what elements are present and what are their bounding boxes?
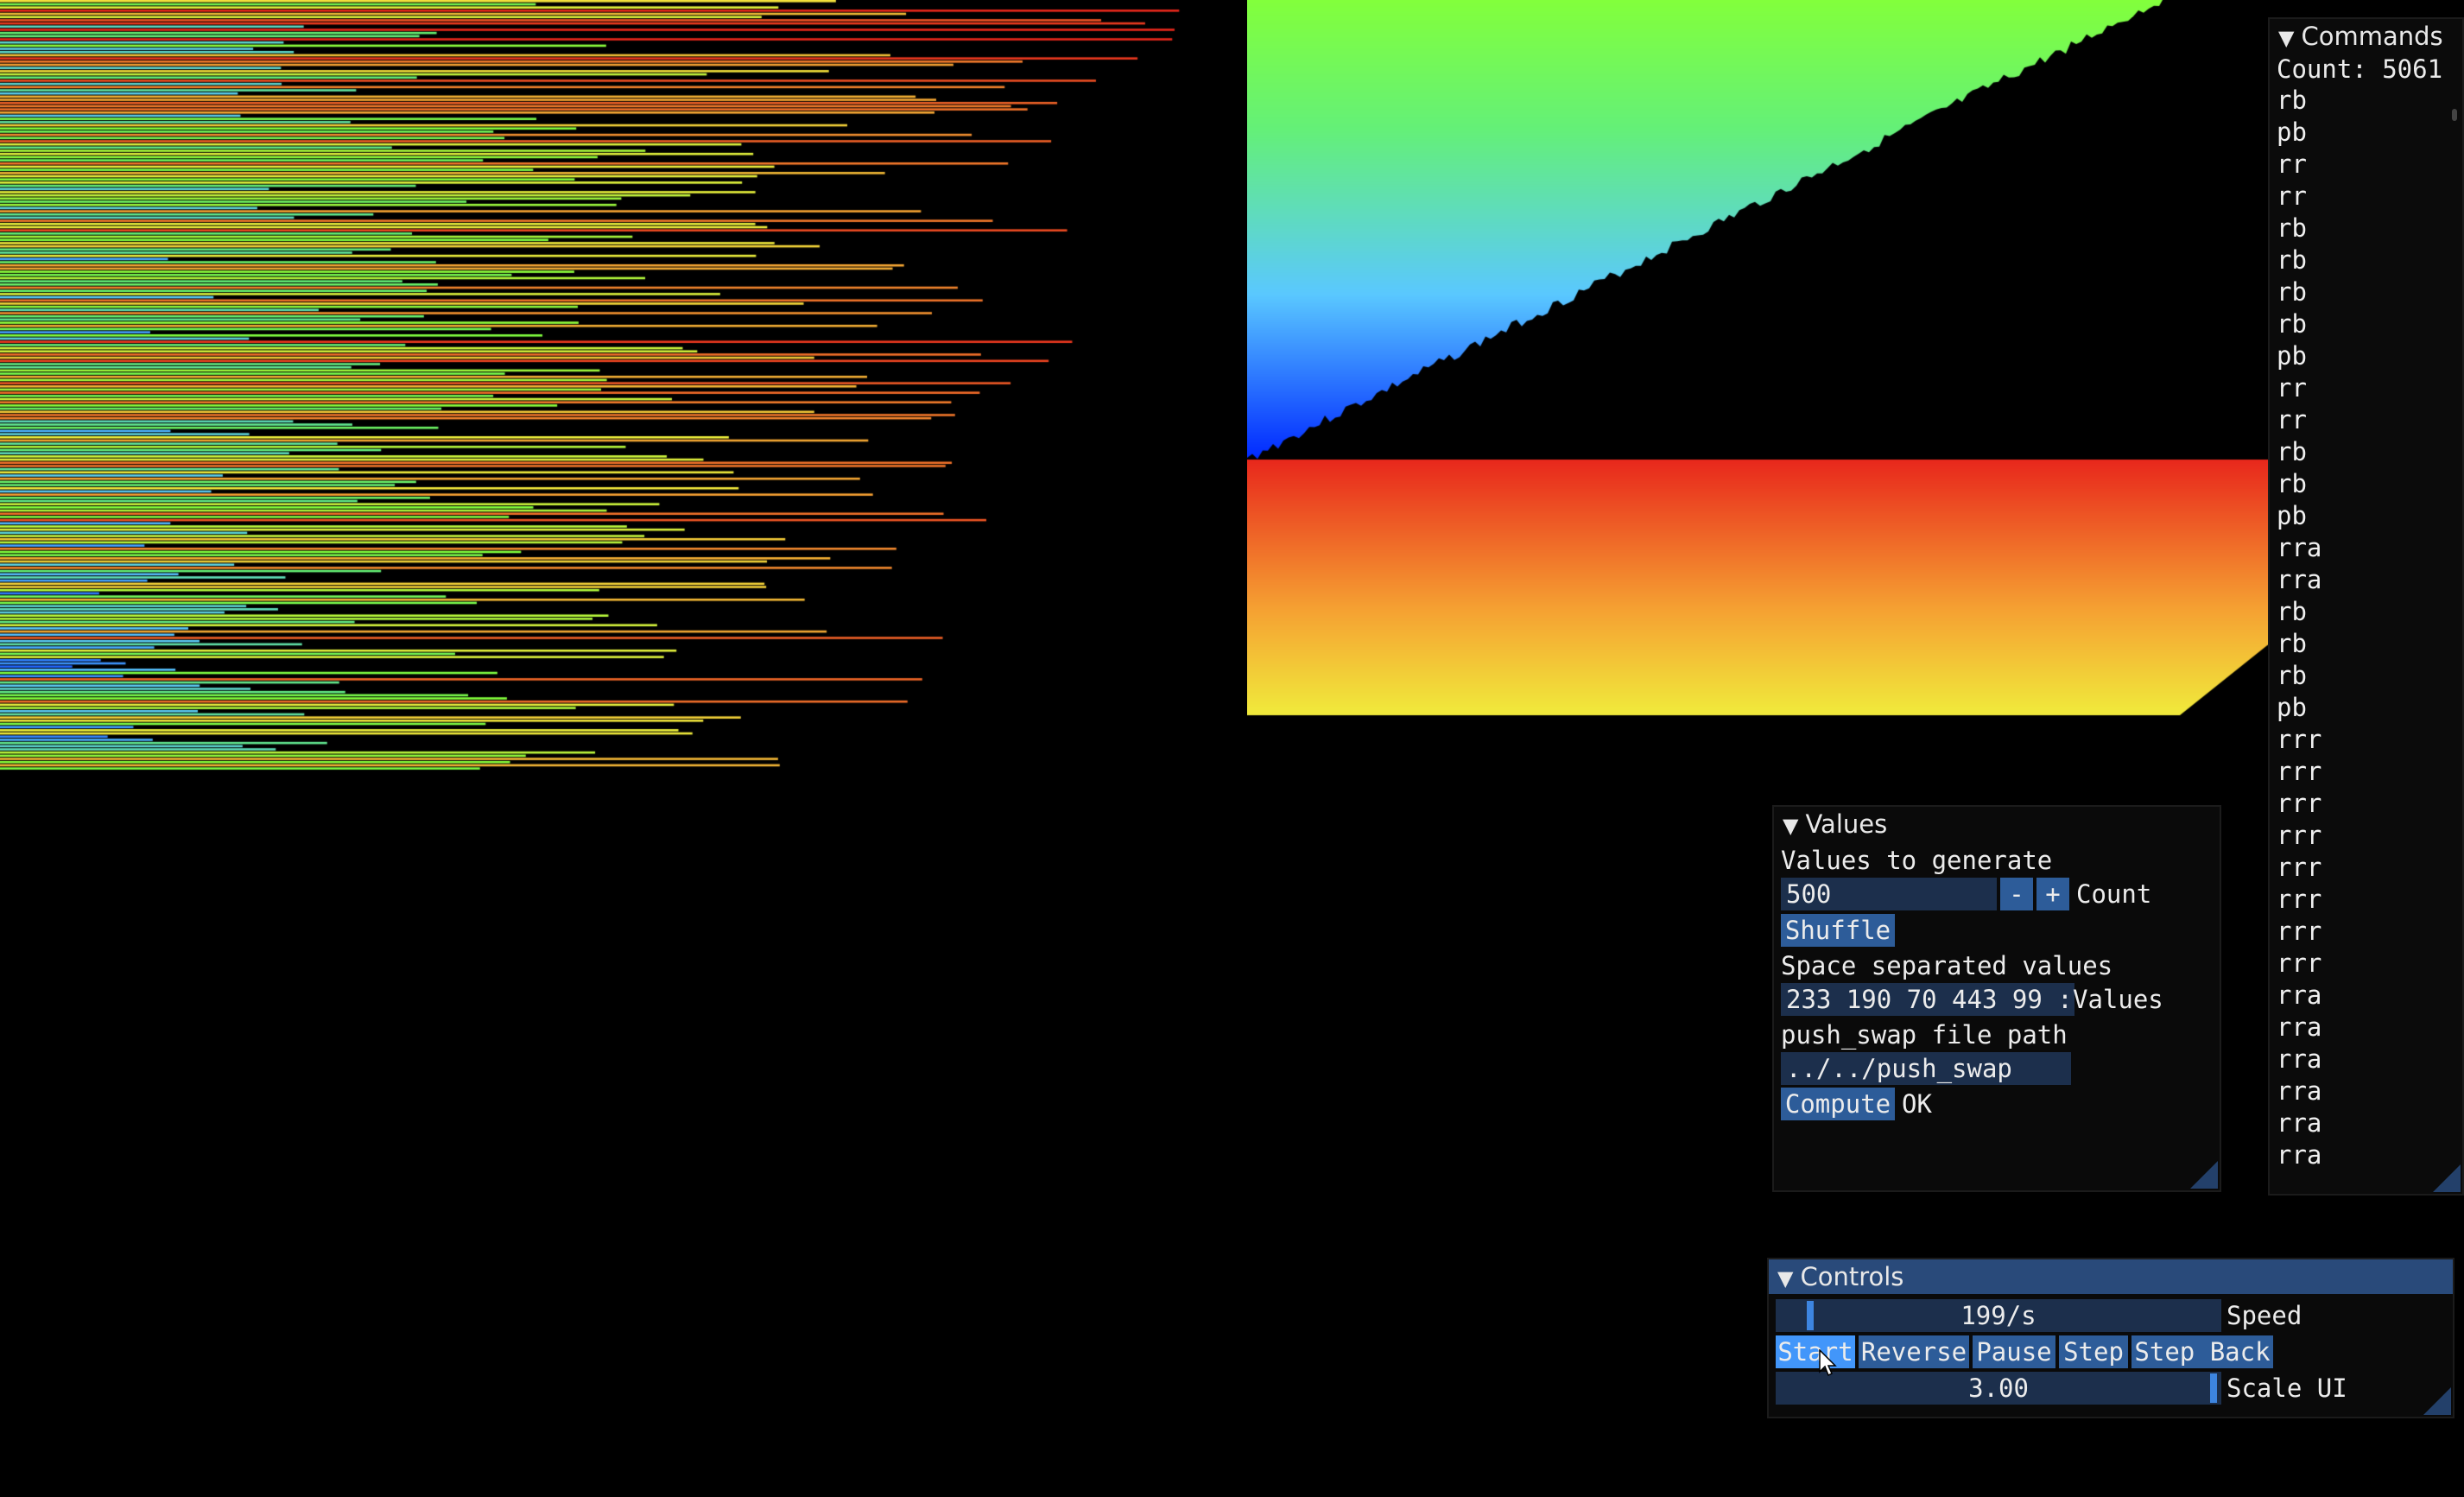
step-button[interactable]: Step: [2059, 1335, 2128, 1368]
command-item: rb: [2277, 86, 2307, 115]
command-item: rr: [2277, 373, 2307, 403]
values-input-text: 233 190 70 443 99 :: [1786, 985, 2073, 1014]
command-item: rb: [2277, 213, 2307, 243]
reverse-button[interactable]: Reverse: [1859, 1335, 1969, 1368]
commands-title: Commands: [2301, 22, 2443, 51]
controls-title-bar[interactable]: ▼ Controls: [1769, 1259, 2453, 1294]
mouse-cursor-icon: [1819, 1349, 1837, 1377]
decrement-button[interactable]: -: [2000, 878, 2033, 910]
command-item: rra: [2277, 1044, 2322, 1074]
scale-ui-slider[interactable]: 3.00: [1776, 1372, 2221, 1405]
resize-grip-icon[interactable]: [2423, 1387, 2451, 1415]
command-item: rrr: [2277, 725, 2322, 754]
count-label: Count: [2076, 879, 2152, 909]
command-item: rrr: [2277, 885, 2322, 914]
increment-button[interactable]: +: [2036, 878, 2069, 910]
resize-grip-icon[interactable]: [2190, 1161, 2218, 1189]
values-window: ▼ Values Values to generate 500 - + Count…: [1772, 805, 2221, 1192]
values-input[interactable]: 233 190 70 443 99 :: [1781, 983, 2074, 1016]
speed-value: 199/s: [1960, 1301, 2036, 1330]
resize-grip-icon[interactable]: [2433, 1164, 2461, 1192]
command-item: rb: [2277, 469, 2307, 498]
pause-button[interactable]: Pause: [1973, 1335, 2055, 1368]
command-item: pb: [2277, 501, 2307, 530]
command-item: rrr: [2277, 917, 2322, 946]
command-item: rra: [2277, 1012, 2322, 1042]
command-item: rrr: [2277, 757, 2322, 786]
values-title: Values: [1805, 809, 1888, 839]
command-list[interactable]: rb pb rr rr rb rb rb rb pb rr rr rb rb pb rra rra rb rb rb…: [2277, 85, 2462, 1171]
command-item: rb: [2277, 597, 2307, 626]
command-item: rra: [2277, 1108, 2322, 1138]
command-item: rb: [2277, 309, 2307, 339]
stack-a-bars: [0, 0, 1247, 777]
command-item: rr: [2277, 149, 2307, 179]
path-input-text: ../../push_swap: [1786, 1054, 2012, 1083]
command-item: rr: [2277, 181, 2307, 211]
collapse-triangle-icon[interactable]: ▼: [1777, 1261, 1793, 1296]
command-item: rb: [2277, 437, 2307, 466]
push-swap-path-label: push_swap file path: [1781, 1020, 2068, 1050]
collapse-triangle-icon[interactable]: ▼: [2278, 21, 2294, 55]
command-item: pb: [2277, 341, 2307, 371]
speed-slider[interactable]: 199/s: [1776, 1299, 2221, 1332]
command-item: rra: [2277, 980, 2322, 1010]
command-item: rrr: [2277, 948, 2322, 978]
command-item: rra: [2277, 565, 2322, 594]
collapse-triangle-icon[interactable]: ▼: [1783, 809, 1798, 843]
values-label: Values: [2073, 985, 2163, 1014]
command-item: rrr: [2277, 853, 2322, 882]
values-to-generate-label: Values to generate: [1781, 846, 2053, 875]
shuffle-button[interactable]: Shuffle: [1781, 914, 1895, 947]
command-item: rrr: [2277, 821, 2322, 850]
controls-window: ▼ Controls 199/s Speed Start Reverse Paus…: [1767, 1258, 2454, 1418]
scale-ui-label: Scale UI: [2226, 1373, 2347, 1403]
compute-button[interactable]: Compute: [1781, 1088, 1895, 1120]
command-item: rb: [2277, 629, 2307, 658]
count-input-value: 500: [1786, 879, 1832, 909]
commands-window: ▼ Commands Count: 5061 rb pb rr rr rb rb rb rb pb…: [2268, 17, 2464, 1196]
path-input[interactable]: ../../push_swap: [1781, 1052, 2071, 1085]
commands-title-bar[interactable]: ▼ Commands: [2270, 19, 2462, 54]
count-input[interactable]: 500: [1781, 878, 1997, 910]
start-button[interactable]: Start: [1776, 1335, 1855, 1368]
compute-status: OK: [1902, 1089, 1932, 1119]
command-item: rb: [2277, 277, 2307, 307]
command-item: rb: [2277, 245, 2307, 275]
command-item: rr: [2277, 405, 2307, 435]
step-back-button[interactable]: Step Back: [2131, 1335, 2273, 1368]
scale-value: 3.00: [1968, 1373, 2029, 1403]
space-separated-label: Space separated values: [1781, 951, 2113, 980]
command-count: Count: 5061: [2277, 54, 2443, 84]
values-title-bar[interactable]: ▼ Values: [1774, 807, 2220, 841]
commands-scrollbar[interactable]: [2452, 109, 2457, 121]
command-item: rrr: [2277, 789, 2322, 818]
command-item: rb: [2277, 661, 2307, 690]
command-item: rra: [2277, 533, 2322, 562]
command-item: pb: [2277, 693, 2307, 722]
speed-label: Speed: [2226, 1301, 2302, 1330]
controls-title: Controls: [1800, 1262, 1904, 1291]
command-item: rra: [2277, 1076, 2322, 1106]
command-item: pb: [2277, 117, 2307, 147]
